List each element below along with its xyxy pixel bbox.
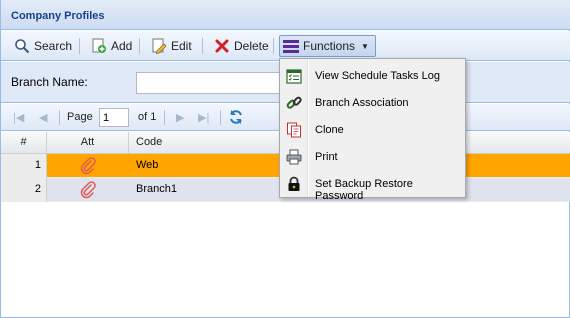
edit-button[interactable]: Edit [148, 35, 195, 57]
delete-label: Delete [234, 39, 269, 53]
menu-item-label: Clone [315, 124, 344, 136]
toolbar-separator [139, 38, 140, 54]
paperclip-icon[interactable] [79, 157, 97, 175]
page-count-label: of 1 [138, 111, 157, 123]
clone-document-icon [287, 122, 301, 138]
page-label: Page [67, 111, 93, 123]
first-page-icon[interactable]: |◀ [13, 111, 24, 124]
menu-item-view-schedule-tasks-log[interactable]: View Schedule Tasks Log [282, 63, 463, 89]
menu-item-label: Print [315, 151, 338, 163]
menu-item-label: View Schedule Tasks Log [315, 70, 440, 82]
toolbar: Search Add Edit Delete Functions ▼ [1, 31, 570, 61]
functions-button[interactable]: Functions ▼ [279, 35, 376, 57]
search-button[interactable]: Search [11, 35, 75, 57]
column-header-number[interactable]: # [1, 132, 47, 154]
functions-menu-icon [283, 40, 299, 53]
menu-item-set-backup-restore-password[interactable]: Set Backup Restore Password [282, 171, 463, 202]
refresh-icon[interactable] [228, 109, 244, 125]
row-number: 2 [1, 178, 47, 202]
add-icon [92, 38, 106, 53]
menu-item-label: Set Backup Restore Password [315, 178, 413, 202]
chain-link-icon [286, 96, 302, 109]
add-label: Add [111, 39, 133, 53]
menu-item-clone[interactable]: Clone [282, 117, 463, 143]
edit-icon [152, 38, 167, 54]
toolbar-separator [202, 38, 203, 54]
add-button[interactable]: Add [88, 35, 135, 57]
menu-item-label: Branch Association [315, 97, 409, 109]
panel-title: Company Profiles [11, 10, 105, 22]
menu-item-branch-association[interactable]: Branch Association [282, 90, 463, 116]
branch-name-label: Branch Name: [11, 75, 88, 89]
search-icon [15, 39, 30, 54]
schedule-log-icon [286, 69, 302, 84]
menu-item-print[interactable]: Print [282, 144, 463, 170]
printer-icon [286, 149, 302, 165]
chevron-down-icon: ▼ [361, 41, 369, 51]
pager-separator [164, 110, 165, 125]
last-page-icon[interactable]: ▶| [198, 111, 209, 124]
functions-label: Functions [303, 39, 356, 53]
pager-separator [59, 110, 60, 125]
search-label: Search [34, 39, 73, 53]
next-page-icon[interactable]: ▶ [176, 111, 184, 124]
page-number-input[interactable] [99, 108, 129, 127]
panel-header: Company Profiles [1, 0, 570, 30]
functions-dropdown-menu: View Schedule Tasks Log Branch Associati… [279, 58, 466, 202]
pager-separator [220, 110, 221, 125]
delete-x-icon [215, 39, 229, 53]
toolbar-separator [273, 38, 274, 54]
company-profiles-panel: Company Profiles Search Add Edit Delete … [0, 0, 570, 318]
padlock-icon [288, 176, 300, 191]
edit-label: Edit [171, 39, 192, 53]
prev-page-icon[interactable]: ◀ [39, 111, 47, 124]
toolbar-separator [79, 38, 80, 54]
delete-button[interactable]: Delete [211, 35, 272, 57]
row-number: 1 [1, 154, 47, 178]
paperclip-icon[interactable] [79, 181, 97, 199]
column-header-att[interactable]: Att [47, 132, 129, 154]
